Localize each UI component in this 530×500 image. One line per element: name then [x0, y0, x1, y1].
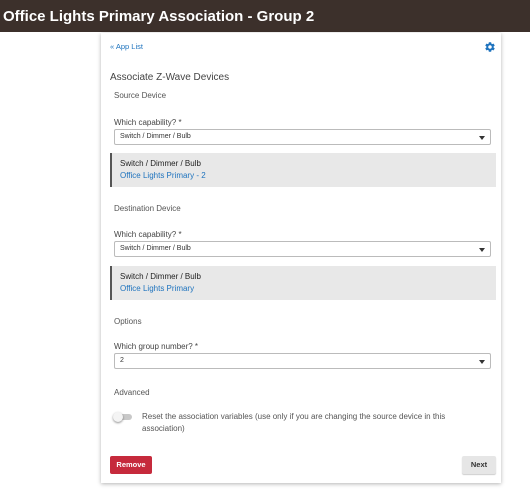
source-capability-label: Which capability? *	[114, 118, 182, 127]
top-bar: Office Lights Primary Association - Grou…	[0, 0, 530, 32]
group-number-label: Which group number? *	[114, 342, 199, 351]
device-name: Office Lights Primary - 2	[120, 171, 206, 180]
destination-heading: Destination Device	[114, 204, 181, 213]
select-value: Switch / Dimmer / Bulb	[120, 133, 191, 140]
select-value: 2	[120, 357, 124, 364]
destination-device-card[interactable]: Switch / Dimmer / Bulb Office Lights Pri…	[110, 266, 496, 300]
chevron-down-icon	[479, 360, 485, 364]
next-button[interactable]: Next	[462, 456, 496, 474]
destination-capability-label: Which capability? *	[114, 230, 182, 239]
toggle-knob	[113, 412, 123, 422]
destination-capability-select[interactable]: Switch / Dimmer / Bulb	[114, 241, 491, 257]
advanced-heading: Advanced	[114, 388, 150, 397]
reset-label: Reset the association variables (use onl…	[142, 412, 446, 433]
reset-toggle[interactable]	[113, 412, 132, 422]
remove-button[interactable]: Remove	[110, 456, 152, 474]
select-value: Switch / Dimmer / Bulb	[120, 245, 191, 252]
page-title: Office Lights Primary Association - Grou…	[3, 8, 315, 25]
source-device-card[interactable]: Switch / Dimmer / Bulb Office Lights Pri…	[110, 153, 496, 187]
options-heading: Options	[114, 317, 142, 326]
device-capability: Switch / Dimmer / Bulb	[120, 159, 201, 168]
app-list-link[interactable]: « App List	[110, 42, 143, 51]
device-name: Office Lights Primary	[120, 284, 195, 293]
chevron-down-icon	[479, 248, 485, 252]
app-card: « App List Associate Z-Wave Devices Sour…	[101, 33, 501, 483]
device-capability: Switch / Dimmer / Bulb	[120, 272, 201, 281]
source-heading: Source Device	[114, 91, 167, 100]
source-capability-select[interactable]: Switch / Dimmer / Bulb	[114, 129, 491, 145]
gear-icon[interactable]	[484, 41, 496, 53]
group-number-select[interactable]: 2	[114, 353, 491, 369]
section-heading: Associate Z-Wave Devices	[110, 72, 230, 83]
chevron-down-icon	[479, 136, 485, 140]
